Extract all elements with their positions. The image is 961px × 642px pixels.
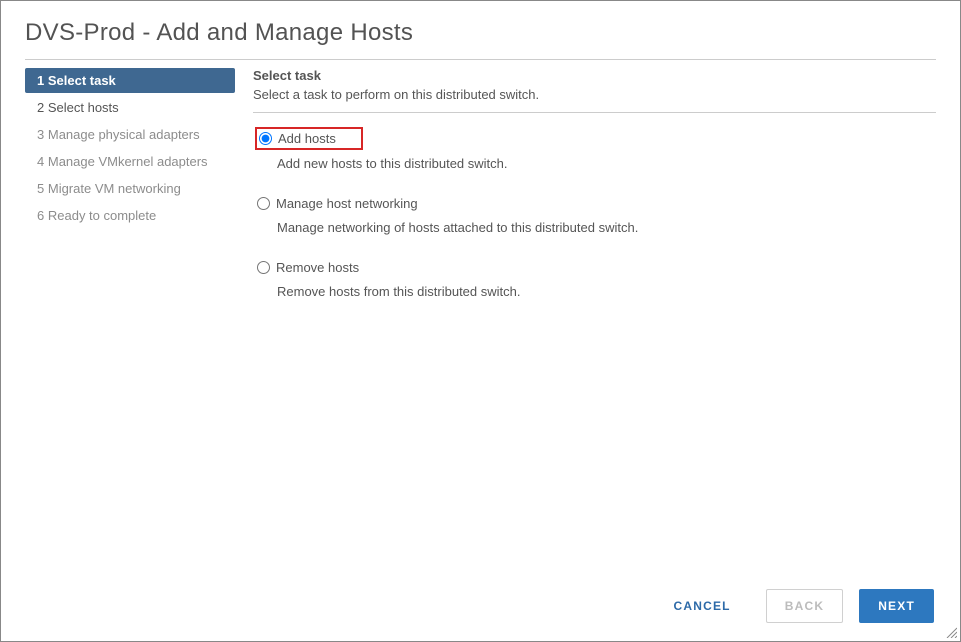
option-remove-hosts: Remove hosts Remove hosts from this dist… xyxy=(253,257,936,299)
wizard-step-num: 3 xyxy=(37,127,44,142)
option-add-hosts-row[interactable]: Add hosts xyxy=(255,127,363,150)
dialog-title: DVS-Prod - Add and Manage Hosts xyxy=(25,19,936,47)
wizard-step-3: 3 Manage physical adapters xyxy=(25,122,235,147)
wizard-step-label: Migrate VM networking xyxy=(48,181,181,196)
option-label: Add hosts xyxy=(278,131,336,146)
dialog-body: 1 Select task 2 Select hosts 3 Manage ph… xyxy=(1,60,960,575)
content-heading: Select task xyxy=(253,68,936,83)
wizard-step-6: 6 Ready to complete xyxy=(25,203,235,228)
wizard-step-2[interactable]: 2 Select hosts xyxy=(25,95,235,120)
option-desc: Add new hosts to this distributed switch… xyxy=(277,156,936,171)
option-label: Remove hosts xyxy=(276,260,359,275)
option-desc: Remove hosts from this distributed switc… xyxy=(277,284,936,299)
option-manage-networking-row[interactable]: Manage host networking xyxy=(255,193,936,214)
content-description: Select a task to perform on this distrib… xyxy=(253,87,936,102)
wizard-dialog: DVS-Prod - Add and Manage Hosts 1 Select… xyxy=(0,0,961,642)
wizard-step-num: 2 xyxy=(37,100,44,115)
radio-add-hosts[interactable] xyxy=(259,132,272,145)
radio-remove-hosts[interactable] xyxy=(257,261,270,274)
wizard-step-4: 4 Manage VMkernel adapters xyxy=(25,149,235,174)
option-add-hosts: Add hosts Add new hosts to this distribu… xyxy=(253,127,936,171)
wizard-step-label: Manage physical adapters xyxy=(48,127,200,142)
wizard-step-num: 4 xyxy=(37,154,44,169)
cancel-button[interactable]: CANCEL xyxy=(655,589,750,623)
wizard-step-label: Manage VMkernel adapters xyxy=(48,154,208,169)
wizard-step-label: Select task xyxy=(48,73,116,88)
option-manage-networking: Manage host networking Manage networking… xyxy=(253,193,936,235)
wizard-step-5: 5 Migrate VM networking xyxy=(25,176,235,201)
wizard-step-num: 5 xyxy=(37,181,44,196)
back-button: BACK xyxy=(766,589,843,623)
radio-manage-networking[interactable] xyxy=(257,197,270,210)
dialog-header: DVS-Prod - Add and Manage Hosts xyxy=(1,1,960,59)
dialog-footer: CANCEL BACK NEXT xyxy=(1,575,960,641)
wizard-step-num: 6 xyxy=(37,208,44,223)
wizard-step-label: Ready to complete xyxy=(48,208,156,223)
wizard-step-label: Select hosts xyxy=(48,100,119,115)
wizard-step-num: 1 xyxy=(37,73,44,88)
wizard-nav: 1 Select task 2 Select hosts 3 Manage ph… xyxy=(25,66,235,575)
option-label: Manage host networking xyxy=(276,196,418,211)
content-pane: Select task Select a task to perform on … xyxy=(253,66,936,575)
content-divider xyxy=(253,112,936,113)
next-button[interactable]: NEXT xyxy=(859,589,934,623)
option-remove-hosts-row[interactable]: Remove hosts xyxy=(255,257,936,278)
option-desc: Manage networking of hosts attached to t… xyxy=(277,220,936,235)
wizard-step-1[interactable]: 1 Select task xyxy=(25,68,235,93)
